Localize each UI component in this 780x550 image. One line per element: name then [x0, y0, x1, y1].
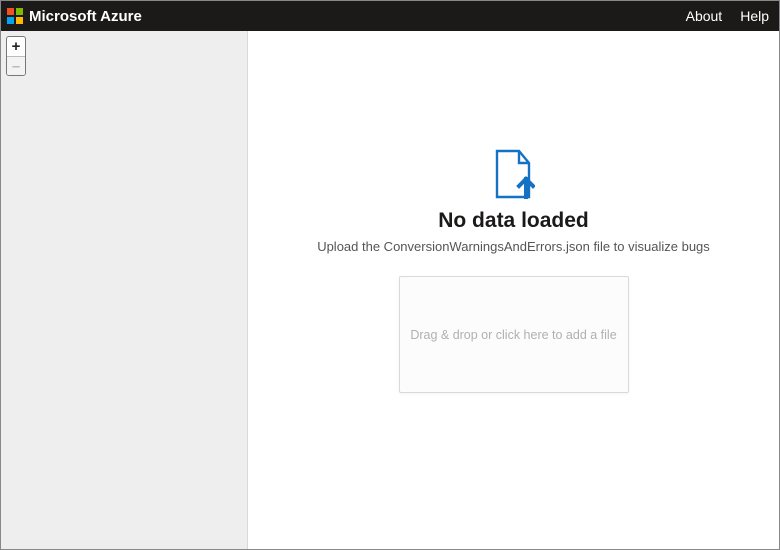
- about-link[interactable]: About: [686, 8, 723, 24]
- zoom-in-button[interactable]: +: [7, 37, 25, 56]
- sidebar-panel: + –: [1, 31, 248, 549]
- upload-file-icon: [493, 149, 535, 199]
- help-link[interactable]: Help: [740, 8, 769, 24]
- dropzone-label: Drag & drop or click here to add a file: [410, 328, 616, 342]
- file-dropzone[interactable]: Drag & drop or click here to add a file: [399, 276, 629, 393]
- topbar: Microsoft Azure About Help: [1, 1, 779, 31]
- empty-state-title: No data loaded: [438, 209, 589, 233]
- content-panel: No data loaded Upload the ConversionWarn…: [248, 31, 779, 549]
- zoom-control: + –: [6, 36, 26, 76]
- zoom-out-button[interactable]: –: [7, 56, 25, 75]
- brand-name: Microsoft Azure: [29, 8, 142, 25]
- microsoft-logo-icon: [7, 8, 23, 24]
- empty-state-subtitle: Upload the ConversionWarningsAndErrors.j…: [317, 239, 710, 254]
- main-area: + – No data loaded Upload the Conversion…: [1, 31, 779, 549]
